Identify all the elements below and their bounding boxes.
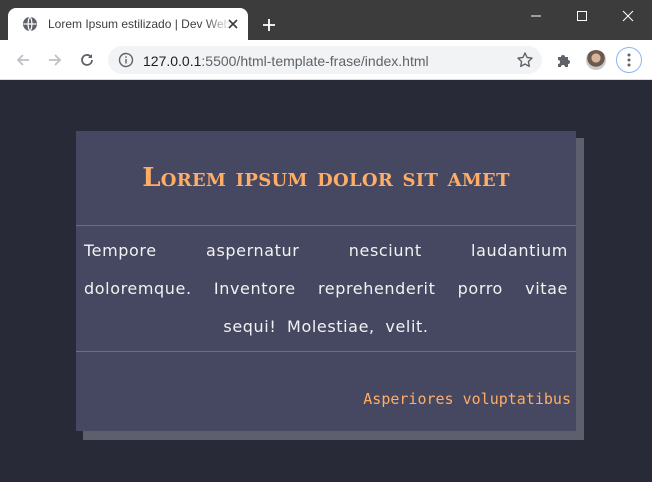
divider <box>76 351 576 352</box>
tab-title: Lorem Ipsum estilizado | Dev Web <box>48 17 231 31</box>
browser-toolbar: 127.0.0.1:5500/html-template-frase/index… <box>0 40 652 80</box>
tab-close-icon[interactable] <box>226 17 240 31</box>
url-host: 127.0.0.1 <box>143 53 202 69</box>
puzzle-icon[interactable] <box>555 51 573 69</box>
star-icon[interactable] <box>516 51 534 69</box>
browser-tab[interactable]: Lorem Ipsum estilizado | Dev Web <box>8 8 248 40</box>
maximize-icon[interactable] <box>574 8 590 24</box>
minimize-icon[interactable] <box>528 8 544 24</box>
avatar[interactable] <box>586 50 606 70</box>
url-text[interactable]: 127.0.0.1:5500/html-template-frase/index… <box>143 53 429 69</box>
browser-titlebar: Lorem Ipsum estilizado | Dev Web <box>0 0 652 40</box>
page-viewport: Lorem ipsum dolor sit amet Tempore asper… <box>0 81 652 482</box>
globe-icon <box>22 16 38 32</box>
address-bar[interactable]: 127.0.0.1:5500/html-template-frase/index… <box>108 46 542 74</box>
arrow-left-icon[interactable] <box>14 51 32 69</box>
new-tab-plus-icon[interactable] <box>260 16 278 34</box>
card-title: Lorem ipsum dolor sit amet <box>142 163 510 193</box>
quote-card: Lorem ipsum dolor sit amet Tempore asper… <box>76 131 576 431</box>
info-icon[interactable] <box>118 52 134 68</box>
url-path: :5500/html-template-frase/index.html <box>201 53 429 69</box>
arrow-right-icon[interactable] <box>46 51 64 69</box>
divider <box>76 225 576 226</box>
card-footer-text: Asperiores voluptatibus <box>363 390 571 408</box>
card-body-text: Tempore aspernatur nesciunt laudantium d… <box>84 241 568 336</box>
reload-icon[interactable] <box>78 51 96 69</box>
kebab-menu-icon[interactable] <box>616 47 642 73</box>
close-window-icon[interactable] <box>620 8 636 24</box>
